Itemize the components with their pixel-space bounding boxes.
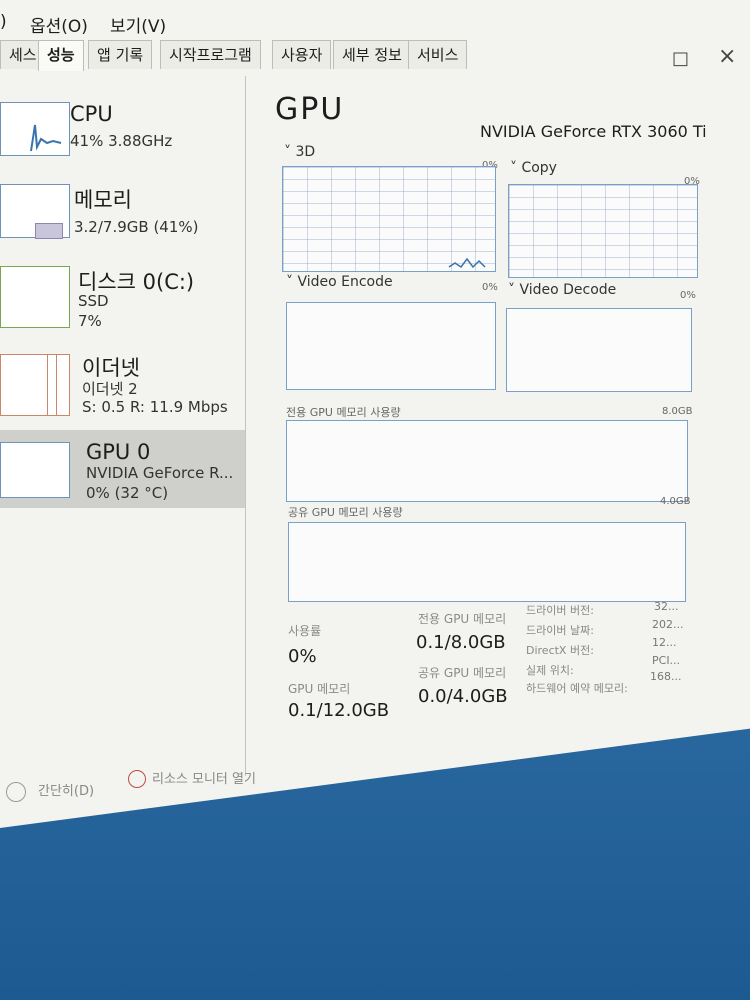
cpu-usage: 41% 3.88GHz [70,132,173,150]
engine-3d-graph [282,166,496,272]
menu-item-options[interactable]: 옵션(O) [30,12,88,37]
driver-date-value: 202... [652,618,684,631]
engine-3d-sparkline [448,257,486,269]
gpu-device-name: NVIDIA GeForce RTX 3060 Ti [480,122,707,141]
memory-thumbnail-graph [0,184,70,239]
gpu-name: NVIDIA GeForce R... [86,464,234,482]
resource-monitor-icon [128,770,146,788]
sidebar-item-disk[interactable]: 디스크 0(C:) SSD 7% [0,262,245,342]
engine-3d-dropdown[interactable]: ˅ 3D [284,144,315,160]
memory-usage: 3.2/7.9GB (41%) [74,218,199,236]
dedicated-memory-graph-max: 8.0GB [662,406,693,417]
tab-app-history[interactable]: 앱 기록 [88,40,153,69]
tab-performance[interactable]: 성능 [38,40,84,71]
hardware-reserved-memory-label: 하드웨어 예약 메모리: [526,682,628,695]
directx-version-label: DirectX 버전: [526,644,594,657]
dedicated-memory-graph [286,420,688,502]
engine-video-decode-dropdown[interactable]: ˅ Video Decode [508,282,616,298]
sidebar-item-memory[interactable]: 메모리 3.2/7.9GB (41%) [0,180,245,260]
shared-memory-graph [288,522,686,602]
chevron-up-icon[interactable] [6,782,26,802]
gpu-memory-label: GPU 메모리 [288,682,351,696]
disk-thumbnail-graph [0,266,70,328]
performance-sidebar: CPU 41% 3.88GHz 메모리 3.2/7.9GB (41%) 디스크 … [0,76,246,776]
driver-date-label: 드라이버 날짜: [526,624,594,637]
physical-location-label: 실제 위치: [526,664,574,677]
shared-memory-graph-label: 공유 GPU 메모리 사용량 [288,506,403,519]
resource-monitor-link[interactable]: 리소스 모니터 열기 [152,768,256,787]
gpu-detail-panel: GPU NVIDIA GeForce RTX 3060 Ti ˅ 3D 0% ˅… [270,80,750,780]
gpu-title: GPU 0 [86,440,151,464]
shared-memory-label: 공유 GPU 메모리 [418,666,507,680]
engine-video-encode-dropdown[interactable]: ˅ Video Encode [286,274,393,290]
maximize-icon[interactable]: □ [672,48,689,69]
page-title: GPU [275,92,345,127]
shared-memory-value: 0.0/4.0GB [418,686,508,707]
sidebar-item-cpu[interactable]: CPU 41% 3.88GHz [0,96,245,176]
memory-title: 메모리 [74,188,132,212]
ethernet-bars [47,355,57,415]
shared-memory-graph-max: 4.0GB [660,496,691,507]
brief-view-link[interactable]: 간단히(D) [38,780,94,799]
memory-fill [35,223,63,239]
engine-video-decode-graph [506,308,692,392]
driver-version-value: 32... [654,600,679,613]
engine-video-encode-value: 0% [482,282,498,293]
usage-label: 사용률 [288,624,322,638]
hardware-reserved-memory-value: 168... [650,670,682,683]
cpu-title: CPU [70,102,113,126]
disk-usage: 7% [78,312,102,330]
tab-services[interactable]: 서비스 [408,40,468,69]
task-manager-window: ) 옵션(O) 보기(V) □ × 세스 성능 앱 기록 시작프로그램 사용자 … [0,0,750,828]
ethernet-thumbnail-graph [0,354,70,416]
driver-version-label: 드라이버 버전: [526,604,594,617]
engine-copy-graph [508,184,698,278]
usage-value: 0% [288,646,317,667]
ethernet-throughput: S: 0.5 R: 11.9 Mbps [82,398,228,416]
sidebar-item-ethernet[interactable]: 이더넷 이더넷 2 S: 0.5 R: 11.9 Mbps [0,350,245,430]
dedicated-memory-graph-label: 전용 GPU 메모리 사용량 [286,406,401,419]
tab-details[interactable]: 세부 정보 [333,40,411,69]
gpu-thumbnail-graph [0,442,70,498]
directx-version-value: 12... [652,636,677,649]
gpu-usage-temp: 0% (32 °C) [86,484,169,502]
tab-users[interactable]: 사용자 [272,40,332,69]
cpu-sparkline [30,124,62,152]
menu-item-file-fragment[interactable]: ) [0,12,7,32]
cpu-thumbnail-graph [0,102,70,156]
engine-video-decode-value: 0% [680,290,696,301]
engine-copy-dropdown[interactable]: ˅ Copy [510,160,557,176]
ethernet-adapter: 이더넷 2 [82,380,138,398]
dedicated-memory-label: 전용 GPU 메모리 [418,612,507,626]
gpu-memory-value: 0.1/12.0GB [288,700,390,721]
disk-type: SSD [78,292,109,310]
close-icon[interactable]: × [718,44,736,69]
tab-startup[interactable]: 시작프로그램 [160,40,261,69]
engine-video-encode-graph [286,302,496,390]
sidebar-item-gpu[interactable]: GPU 0 NVIDIA GeForce R... 0% (32 °C) [0,430,245,508]
dedicated-memory-value: 0.1/8.0GB [416,632,506,653]
physical-location-value: PCI... [652,654,681,667]
menu-item-view[interactable]: 보기(V) [110,12,166,37]
